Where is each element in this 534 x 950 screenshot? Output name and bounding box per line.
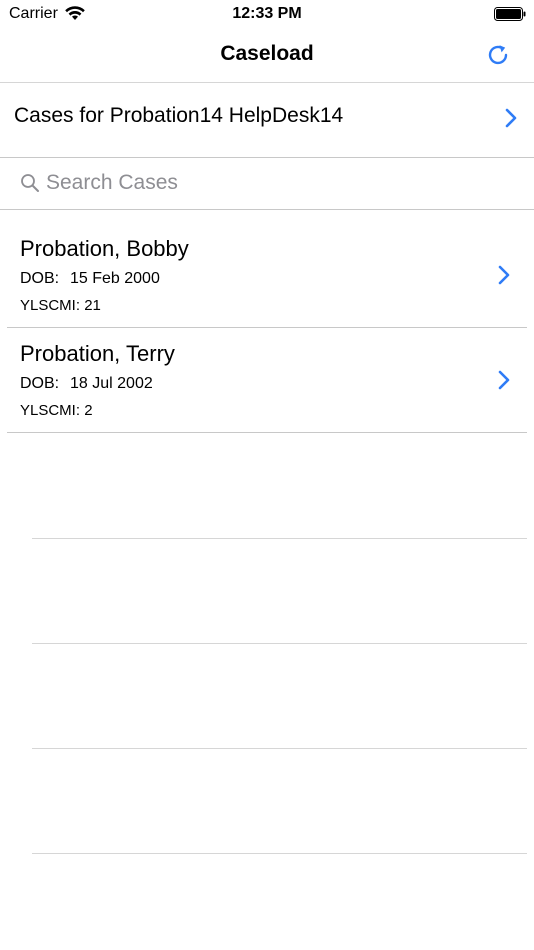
cases-for-row[interactable]: Cases for Probation14 HelpDesk14 [0, 84, 534, 158]
page-title: Caseload [220, 42, 314, 65]
status-time: 12:33 PM [232, 5, 302, 22]
case-dob: DOB: 18 Jul 2002 [20, 375, 153, 393]
cases-for-label: Cases for Probation14 HelpDesk14 [14, 104, 344, 127]
empty-row-divider [32, 643, 527, 644]
score-label: YLSCMI: [20, 402, 81, 419]
navigation-bar: Caseload [0, 28, 534, 83]
dob-label: DOB: [20, 270, 60, 287]
score-value: 21 [84, 297, 101, 314]
dob-label: DOB: [20, 375, 60, 392]
empty-row-divider [32, 538, 527, 539]
list-item[interactable]: Probation, Bobby DOB: 15 Feb 2000 YLSCMI:… [0, 223, 534, 328]
chevron-right-icon [498, 265, 510, 285]
score-value: 2 [84, 402, 93, 419]
chevron-right-icon [505, 108, 517, 128]
search-input[interactable] [46, 166, 516, 200]
score-label: YLSCMI: [20, 297, 81, 314]
dob-value: 15 Feb 2000 [70, 270, 160, 287]
case-score: YLSCMI: 21 [20, 297, 101, 314]
case-score: YLSCMI: 2 [20, 402, 93, 419]
case-name: Probation, Bobby [20, 236, 189, 261]
status-bar: Carrier 12:33 PM [0, 0, 534, 28]
case-dob: DOB: 15 Feb 2000 [20, 270, 160, 288]
empty-row-divider [32, 748, 527, 749]
case-list: Probation, Bobby DOB: 15 Feb 2000 YLSCMI:… [0, 223, 534, 433]
chevron-right-icon [498, 370, 510, 390]
dob-value: 18 Jul 2002 [70, 375, 153, 392]
battery-icon [494, 7, 526, 21]
row-divider [7, 432, 527, 433]
case-name: Probation, Terry [20, 341, 175, 366]
search-icon [21, 174, 39, 192]
list-item[interactable]: Probation, Terry DOB: 18 Jul 2002 YLSCMI:… [0, 328, 534, 433]
empty-row-divider [32, 853, 527, 854]
refresh-icon[interactable] [484, 41, 512, 69]
search-bar [0, 158, 534, 210]
